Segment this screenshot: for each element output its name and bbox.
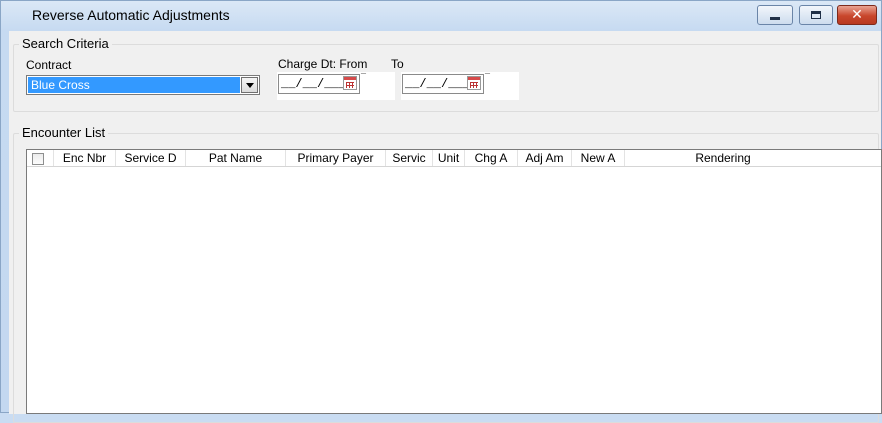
select-all-column	[27, 150, 54, 166]
select-all-checkbox[interactable]	[32, 153, 44, 165]
charge-date-from-label: Charge Dt: From	[278, 57, 368, 71]
charge-date-from-container: __/__/____ ¯	[277, 72, 395, 100]
column-header-new-amt[interactable]: New A	[572, 150, 625, 166]
date-to-marker: ¯	[485, 72, 490, 82]
calendar-icon[interactable]	[343, 76, 357, 90]
contract-label: Contract	[26, 58, 72, 72]
maximize-button[interactable]	[799, 5, 833, 25]
column-header-enc-nbr[interactable]: Enc Nbr	[54, 150, 116, 166]
column-header-primary-payer[interactable]: Primary Payer	[286, 150, 386, 166]
client-area: Search Criteria Contract Blue Cross Char…	[9, 31, 882, 423]
app-window: Reverse Automatic Adjustments ✕ Search C…	[0, 0, 882, 423]
column-header-chg-amt[interactable]: Chg A	[465, 150, 518, 166]
charge-date-to-input[interactable]: __/__/____	[402, 74, 484, 94]
charge-date-to-label: To	[391, 57, 404, 71]
contract-select[interactable]: Blue Cross	[26, 75, 260, 95]
search-criteria-label: Search Criteria	[19, 36, 112, 51]
column-header-rendering[interactable]: Rendering	[625, 150, 821, 166]
column-header-service-date[interactable]: Service D	[116, 150, 186, 166]
encounter-list-label: Encounter List	[19, 125, 109, 140]
charge-date-to-container: __/__/____ ¯	[401, 72, 519, 100]
maximize-icon	[811, 11, 821, 19]
close-button[interactable]: ✕	[837, 5, 877, 25]
charge-date-from-input[interactable]: __/__/____	[278, 74, 360, 94]
calendar-icon[interactable]	[467, 76, 481, 90]
close-icon: ✕	[851, 7, 863, 23]
column-header-unit[interactable]: Unit	[433, 150, 465, 166]
contract-selected-value: Blue Cross	[28, 77, 240, 93]
chevron-down-icon	[245, 82, 254, 88]
minimize-icon	[770, 16, 780, 20]
grid-header: Enc Nbr Service D Pat Name Primary Payer…	[27, 150, 881, 167]
column-header-pat-name[interactable]: Pat Name	[186, 150, 286, 166]
minimize-button[interactable]	[757, 5, 793, 25]
date-from-marker: ¯	[361, 72, 366, 82]
column-header-adj-amt[interactable]: Adj Am	[518, 150, 572, 166]
window-title: Reverse Automatic Adjustments	[32, 7, 230, 23]
title-bar[interactable]: Reverse Automatic Adjustments ✕	[1, 1, 881, 31]
column-header-service[interactable]: Servic	[386, 150, 433, 166]
contract-dropdown-button[interactable]	[241, 77, 258, 93]
encounter-grid[interactable]: Enc Nbr Service D Pat Name Primary Payer…	[26, 149, 882, 414]
